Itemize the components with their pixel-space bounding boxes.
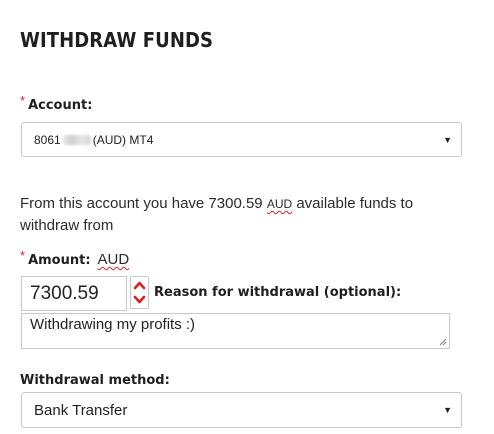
account-label: Account: — [28, 98, 93, 113]
masked-account-digits — [62, 134, 91, 145]
amount-value: 7300.59 — [30, 282, 99, 304]
caret-down-icon: ▼ — [443, 134, 452, 145]
account-value-suffix: (AUD) MT4 — [92, 132, 154, 147]
method-label: Withdrawal method: — [20, 373, 170, 388]
reason-field-wrap: Withdrawing my profits :) — [21, 313, 450, 349]
account-label-row: * Account: — [20, 93, 93, 114]
available-funds-text: From this account you have 7300.59 AUD a… — [20, 193, 470, 236]
amount-input[interactable]: 7300.59 — [21, 276, 127, 311]
reason-label: Reason for withdrawal (optional): — [154, 285, 402, 300]
method-value: Bank Transfer — [34, 401, 128, 419]
amount-spinner[interactable] — [130, 276, 149, 309]
amount-label-row: * Amount: AUD — [20, 248, 130, 268]
funds-currency: AUD — [266, 197, 293, 211]
amount-label: Amount: — [28, 253, 91, 268]
caret-down-icon: ▼ — [443, 405, 452, 415]
funds-text-before: From this account you have 7300.59 — [20, 195, 267, 212]
reason-textarea[interactable]: Withdrawing my profits :) — [21, 313, 450, 349]
spin-up-icon[interactable] — [132, 278, 147, 292]
amount-currency: AUD — [97, 251, 130, 268]
account-select[interactable]: 8061 (AUD) MT4 ▼ — [21, 122, 462, 157]
method-select[interactable]: Bank Transfer ▼ — [21, 392, 462, 428]
spin-down-icon[interactable] — [132, 293, 147, 307]
page-title: WITHDRAW FUNDS — [20, 28, 214, 52]
required-marker: * — [20, 93, 26, 108]
account-value-prefix: 8061 — [34, 132, 61, 147]
resize-grip-icon[interactable] — [439, 338, 447, 346]
required-marker: * — [20, 248, 26, 263]
